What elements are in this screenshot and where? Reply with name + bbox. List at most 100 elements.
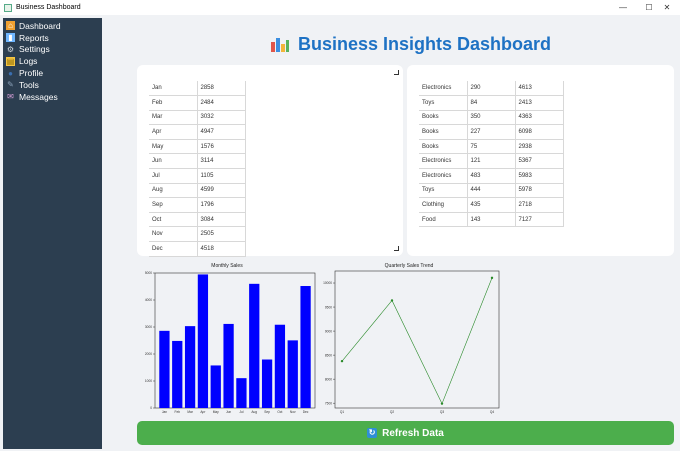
table-row[interactable]: Electronics 290 4613 — [419, 81, 564, 97]
table-row[interactable]: Books 227 6098 — [419, 124, 564, 140]
table-row[interactable]: Jul 1105 — [149, 168, 246, 184]
table-cell[interactable]: Sep — [149, 197, 198, 213]
table-row[interactable]: Toys 84 2413 — [419, 95, 564, 111]
table-cell[interactable]: 2938 — [515, 139, 564, 155]
x-tick-label: Nov — [290, 410, 296, 414]
table-cell[interactable]: Aug — [149, 183, 198, 199]
table-cell[interactable]: Books — [419, 124, 468, 140]
table-cell[interactable]: Dec — [149, 241, 198, 257]
bar — [223, 323, 234, 408]
resize-handle-bottom[interactable] — [394, 246, 399, 251]
table-cell[interactable]: 1105 — [197, 168, 246, 184]
table-cell[interactable]: 5983 — [515, 168, 564, 184]
sidebar-item-profile[interactable]: ● Profile — [3, 67, 102, 79]
monthly-sales-table[interactable]: Jan 2858 Feb 2484 Mar 3032 Apr 4947 May 1576 Jun 31… — [149, 81, 246, 257]
table-row[interactable]: Toys 444 5978 — [419, 183, 564, 199]
table-cell[interactable]: 3084 — [197, 212, 246, 228]
table-cell[interactable]: 5978 — [515, 183, 564, 199]
table-cell[interactable]: 4518 — [197, 241, 246, 257]
table-cell[interactable]: 3032 — [197, 110, 246, 126]
table-cell[interactable]: 435 — [467, 197, 516, 213]
table-row[interactable]: Sep 1796 — [149, 197, 246, 213]
table-cell[interactable]: 143 — [467, 212, 516, 228]
table-cell[interactable]: 444 — [467, 183, 516, 199]
x-tick-label: Oct — [277, 410, 282, 414]
table-row[interactable]: May 1576 — [149, 139, 246, 155]
table-cell[interactable]: 121 — [467, 153, 516, 170]
table-row[interactable]: Jan 2858 — [149, 81, 246, 97]
table-cell[interactable]: 5367 — [515, 153, 564, 170]
table-cell[interactable]: Nov — [149, 226, 198, 243]
table-row[interactable]: Dec 4518 — [149, 241, 246, 257]
table-cell[interactable]: 290 — [467, 81, 516, 97]
table-cell[interactable]: Food — [419, 212, 468, 228]
table-cell[interactable]: Electronics — [419, 153, 468, 170]
table-cell[interactable]: 2858 — [197, 81, 246, 97]
table-cell[interactable]: Jun — [149, 153, 198, 170]
sidebar-item-label: Logs — [19, 56, 38, 67]
table-cell[interactable]: 4947 — [197, 124, 246, 140]
table-row[interactable]: Electronics 121 5367 — [419, 153, 564, 170]
table-cell[interactable]: 84 — [467, 95, 516, 111]
x-tick-label: Dec — [303, 410, 309, 414]
table-cell[interactable]: 6098 — [515, 124, 564, 140]
table-cell[interactable]: 483 — [467, 168, 516, 184]
table-cell[interactable]: 2505 — [197, 226, 246, 243]
close-button[interactable]: ✕ — [654, 0, 680, 15]
table-cell[interactable]: 2484 — [197, 95, 246, 111]
table-cell[interactable]: 350 — [467, 110, 516, 126]
x-tick-label: Sep — [264, 410, 270, 414]
table-cell[interactable]: 75 — [467, 139, 516, 155]
table-cell[interactable]: 1796 — [197, 197, 246, 213]
table-cell[interactable]: Toys — [419, 183, 468, 199]
table-row[interactable]: Mar 3032 — [149, 110, 246, 126]
table-cell[interactable]: 3114 — [197, 153, 246, 170]
table-row[interactable]: Books 75 2938 — [419, 139, 564, 155]
table-row[interactable]: Oct 3084 — [149, 212, 246, 228]
table-cell[interactable]: Feb — [149, 95, 198, 111]
table-cell[interactable]: Electronics — [419, 168, 468, 184]
sidebar-item-tools[interactable]: ✎ Tools — [3, 79, 102, 91]
table-cell[interactable]: Books — [419, 110, 468, 126]
table-cell[interactable]: Jan — [149, 81, 198, 97]
sidebar-item-reports[interactable]: ▮ Reports — [3, 32, 102, 44]
table-cell[interactable]: Clothing — [419, 197, 468, 213]
table-cell[interactable]: 4613 — [515, 81, 564, 97]
product-sales-table[interactable]: Electronics 290 4613 Toys 84 2413 Books 350 4363… — [419, 81, 564, 228]
x-tick-label: Apr — [200, 410, 206, 414]
minimize-button[interactable]: — — [610, 0, 636, 15]
page-header: Business Insights Dashboard — [270, 32, 551, 56]
table-row[interactable]: Clothing 435 2718 — [419, 197, 564, 213]
table-cell[interactable]: 4599 — [197, 183, 246, 199]
table-cell[interactable]: Mar — [149, 110, 198, 126]
table-row[interactable]: Food 143 7127 — [419, 212, 564, 228]
sidebar-item-dashboard[interactable]: ⌂ Dashboard — [3, 20, 102, 32]
table-row[interactable]: Jun 3114 — [149, 153, 246, 170]
table-cell[interactable]: 227 — [467, 124, 516, 140]
table-cell[interactable]: Oct — [149, 212, 198, 228]
sidebar-item-messages[interactable]: ✉ Messages — [3, 91, 102, 103]
table-cell[interactable]: 7127 — [515, 212, 564, 228]
sidebar-item-settings[interactable]: ⚙ Settings — [3, 44, 102, 56]
table-cell[interactable]: May — [149, 139, 198, 155]
table-row[interactable]: Aug 4599 — [149, 183, 246, 199]
table-row[interactable]: Nov 2505 — [149, 226, 246, 243]
window-titlebar: Business Dashboard — ☐ ✕ — [0, 0, 680, 15]
table-row[interactable]: Electronics 483 5983 — [419, 168, 564, 184]
resize-handle-top[interactable] — [394, 70, 399, 75]
table-cell[interactable]: 4363 — [515, 110, 564, 126]
data-point — [490, 276, 494, 280]
refresh-data-button[interactable]: ↻ Refresh Data — [137, 421, 674, 445]
table-cell[interactable]: Toys — [419, 95, 468, 111]
sidebar-item-logs[interactable]: ▤ Logs — [3, 55, 102, 67]
table-cell[interactable]: 1576 — [197, 139, 246, 155]
table-row[interactable]: Books 350 4363 — [419, 110, 564, 126]
table-cell[interactable]: 2718 — [515, 197, 564, 213]
table-cell[interactable]: 2413 — [515, 95, 564, 111]
table-row[interactable]: Feb 2484 — [149, 95, 246, 111]
table-cell[interactable]: Jul — [149, 168, 198, 184]
table-cell[interactable]: Apr — [149, 124, 198, 140]
table-row[interactable]: Apr 4947 — [149, 124, 246, 140]
table-cell[interactable]: Electronics — [419, 81, 468, 97]
table-cell[interactable]: Books — [419, 139, 468, 155]
